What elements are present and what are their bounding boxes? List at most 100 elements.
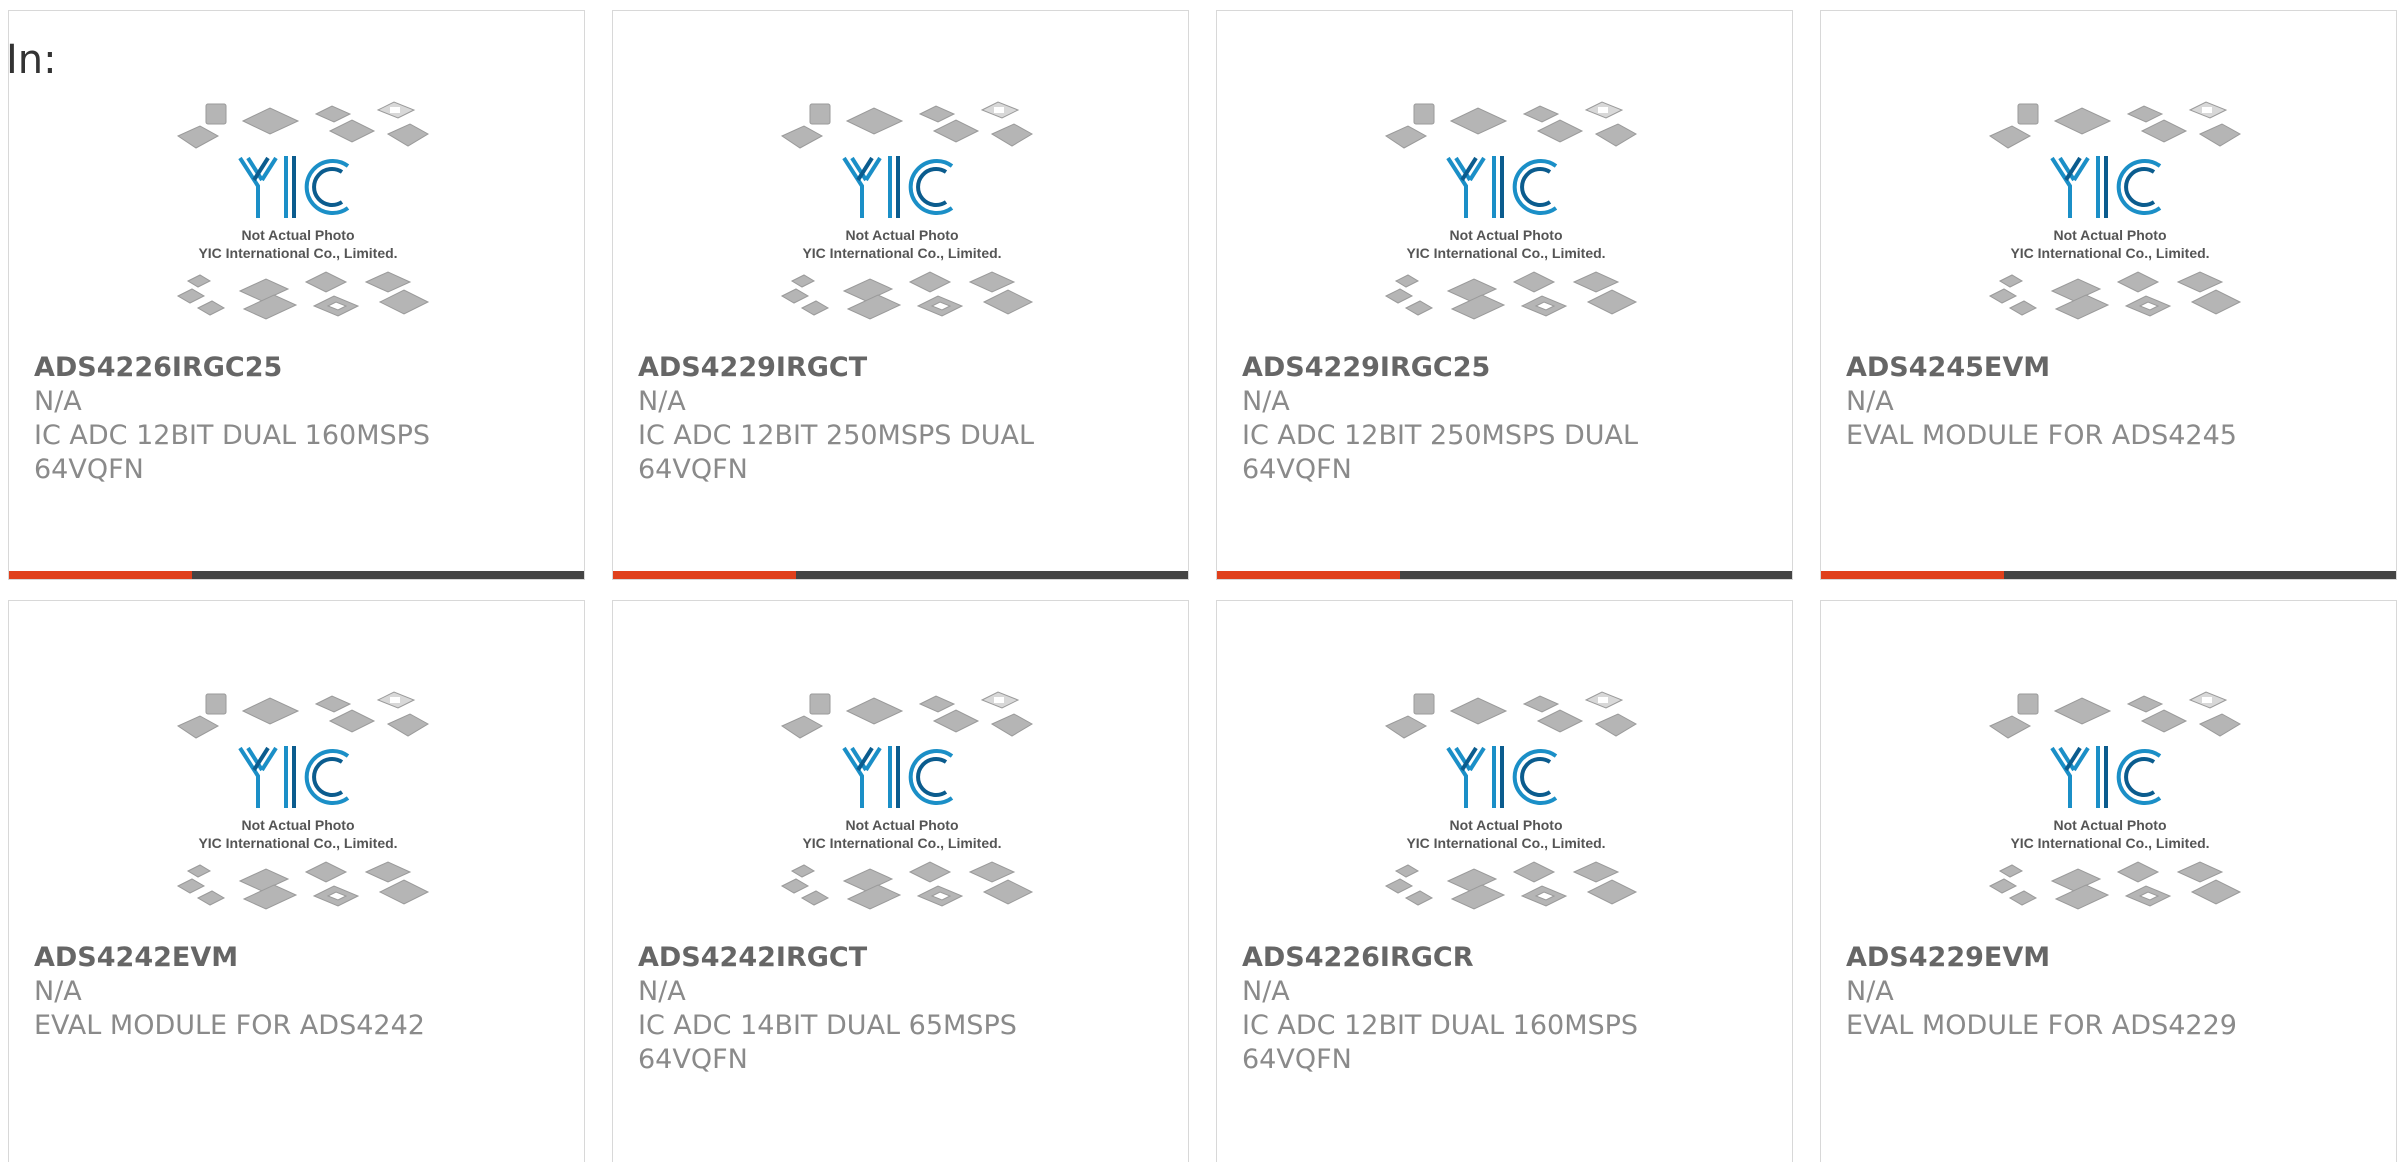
chip-icons-bottom [780,271,1033,320]
yic-logo [1445,746,1557,808]
chip-icons-bottom [1988,861,2241,910]
description-line1: IC ADC 12BIT DUAL 160MSPS [34,420,431,451]
manufacturer: N/A [1846,976,1894,1007]
yic-logo [841,156,953,218]
product-card-6[interactable]: Not Actual Photo YIC International Co., … [612,600,1189,1162]
chip-icons-top [1384,101,1637,149]
product-card-5[interactable]: Not Actual Photo YIC International Co., … [8,600,585,1162]
photo-caption-line1: Not Actual Photo [845,817,958,833]
product-photo: Not Actual Photo YIC International Co., … [1217,96,1794,351]
photo-caption-line2: YIC International Co., Limited. [802,835,1001,851]
manufacturer: N/A [638,386,686,417]
part-number[interactable]: ADS4226IRGC25 [34,351,534,385]
description-line2: 64VQFN [638,1044,748,1075]
photo-caption-line1: Not Actual Photo [845,227,958,243]
placeholder-image: Not Actual Photo YIC International Co., … [780,691,1033,910]
chip-icons-top [1988,691,2241,739]
manufacturer: N/A [34,976,82,1007]
card-bottom-bar [1217,571,1792,579]
photo-caption-line2: YIC International Co., Limited. [1406,245,1605,261]
product-info: ADS4226IRGCR N/A IC ADC 12BIT DUAL 160MS… [1242,941,1742,1077]
card-accent-bar [1821,571,2004,579]
photo-caption-line2: YIC International Co., Limited. [198,835,397,851]
product-card-4[interactable]: Not Actual Photo YIC International Co., … [1820,10,2397,580]
part-number[interactable]: ADS4242IRGCT [638,941,1138,975]
photo-caption-line1: Not Actual Photo [241,227,354,243]
in-label: In: [6,37,57,83]
chip-icons-top [1384,691,1637,739]
part-number[interactable]: ADS4242EVM [34,941,534,975]
description-line2: 64VQFN [34,454,144,485]
product-grid-page: In: Not Actual Photo YIC International C… [0,0,2400,1162]
photo-caption-line2: YIC International Co., Limited. [2010,835,2209,851]
manufacturer: N/A [34,386,82,417]
description-line1: EVAL MODULE FOR ADS4242 [34,1010,425,1041]
placeholder-image: Not Actual Photo YIC International Co., … [780,101,1033,320]
photo-caption-line1: Not Actual Photo [2053,817,2166,833]
product-card-3[interactable]: Not Actual Photo YIC International Co., … [1216,10,1793,580]
chip-icons-top [780,101,1033,149]
description-line1: IC ADC 14BIT DUAL 65MSPS [638,1010,1017,1041]
part-number[interactable]: ADS4229IRGCT [638,351,1138,385]
chip-icons-bottom [1384,271,1637,320]
yic-logo [237,156,349,218]
photo-caption-line2: YIC International Co., Limited. [198,245,397,261]
product-info: ADS4229EVM N/A EVAL MODULE FOR ADS4229 [1846,941,2346,1043]
product-photo: Not Actual Photo YIC International Co., … [1821,686,2398,941]
yic-logo [1445,156,1557,218]
card-accent-bar [1217,571,1400,579]
description-line1: IC ADC 12BIT DUAL 160MSPS [1242,1010,1639,1041]
photo-caption-line2: YIC International Co., Limited. [802,245,1001,261]
yic-logo [2049,156,2161,218]
manufacturer: N/A [638,976,686,1007]
placeholder-image: Not Actual Photo YIC International Co., … [1384,691,1637,910]
card-bottom-bar [613,571,1188,579]
product-photo: Not Actual Photo YIC International Co., … [9,96,586,351]
description-line1: IC ADC 12BIT 250MSPS DUAL [1242,420,1639,451]
part-number[interactable]: ADS4245EVM [1846,351,2346,385]
description-line1: IC ADC 12BIT 250MSPS DUAL [638,420,1035,451]
description-line2: 64VQFN [638,454,748,485]
product-card-1[interactable]: Not Actual Photo YIC International Co., … [8,10,585,580]
product-info: ADS4229IRGCT N/A IC ADC 12BIT 250MSPS DU… [638,351,1138,487]
manufacturer: N/A [1846,386,1894,417]
card-accent-bar [613,571,796,579]
part-number[interactable]: ADS4229EVM [1846,941,2346,975]
chip-icons-top [176,691,429,739]
chip-icons-bottom [176,271,429,320]
chip-icons-bottom [176,861,429,910]
description-line1: EVAL MODULE FOR ADS4229 [1846,1010,2237,1041]
chip-icons-bottom [1384,861,1637,910]
manufacturer: N/A [1242,976,1290,1007]
description-line2: 64VQFN [1242,454,1352,485]
placeholder-image: Not Actual Photo YIC International Co., … [176,691,429,910]
product-info: ADS4242IRGCT N/A IC ADC 14BIT DUAL 65MSP… [638,941,1138,1077]
photo-caption-line1: Not Actual Photo [241,817,354,833]
chip-icons-bottom [1988,271,2241,320]
product-photo: Not Actual Photo YIC International Co., … [613,96,1190,351]
manufacturer: N/A [1242,386,1290,417]
yic-logo [841,746,953,808]
card-accent-bar [9,571,192,579]
placeholder-image: Not Actual Photo YIC International Co., … [1384,101,1637,320]
product-card-2[interactable]: Not Actual Photo YIC International Co., … [612,10,1189,580]
part-number[interactable]: ADS4229IRGC25 [1242,351,1742,385]
card-bottom-bar [9,571,584,579]
photo-caption-line1: Not Actual Photo [1449,227,1562,243]
part-number[interactable]: ADS4226IRGCR [1242,941,1742,975]
product-info: ADS4242EVM N/A EVAL MODULE FOR ADS4242 [34,941,534,1043]
product-info: ADS4226IRGC25 N/A IC ADC 12BIT DUAL 160M… [34,351,534,487]
chip-icons-top [176,101,429,149]
chip-icons-top [780,691,1033,739]
product-info: ADS4229IRGC25 N/A IC ADC 12BIT 250MSPS D… [1242,351,1742,487]
placeholder-image: Not Actual Photo YIC International Co., … [1988,691,2241,910]
product-photo: Not Actual Photo YIC International Co., … [1821,96,2398,351]
placeholder-image: Not Actual Photo YIC International Co., … [1988,101,2241,320]
product-photo: Not Actual Photo YIC International Co., … [1217,686,1794,941]
product-card-7[interactable]: Not Actual Photo YIC International Co., … [1216,600,1793,1162]
photo-caption-line2: YIC International Co., Limited. [1406,835,1605,851]
description-line2: 64VQFN [1242,1044,1352,1075]
photo-caption-line2: YIC International Co., Limited. [2010,245,2209,261]
product-card-8[interactable]: Not Actual Photo YIC International Co., … [1820,600,2397,1162]
card-bottom-bar [1821,571,2396,579]
